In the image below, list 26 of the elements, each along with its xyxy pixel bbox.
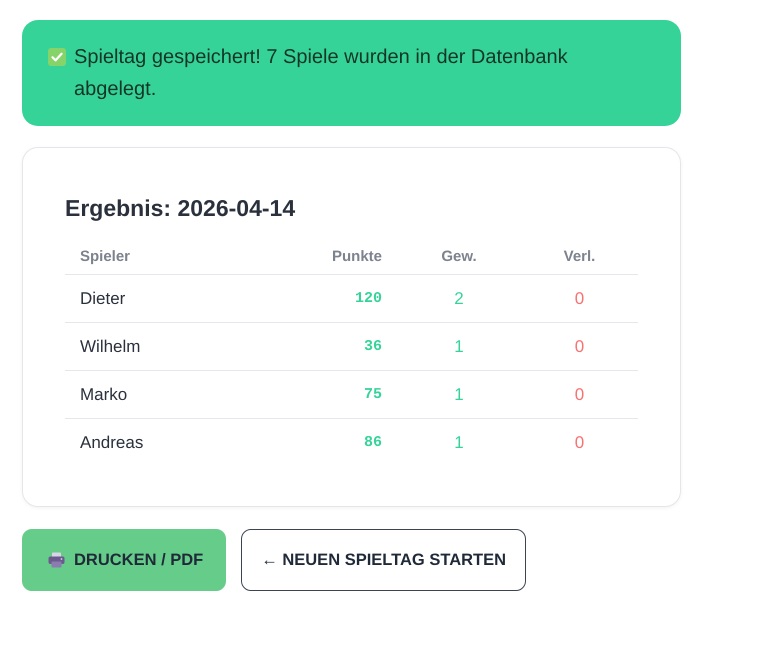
print-button[interactable]: DRUCKEN / PDF bbox=[22, 529, 226, 591]
table-cell: 0 bbox=[521, 370, 638, 418]
column-header: Spieler bbox=[65, 238, 255, 274]
table-cell: 86 bbox=[255, 418, 397, 466]
alert-message: Spieltag gespeichert! 7 Spiele wurden in der Datenbank abgelegt. bbox=[74, 45, 569, 102]
column-header: Gew. bbox=[397, 238, 521, 274]
column-header: Punkte bbox=[255, 238, 397, 274]
table-cell: Dieter bbox=[65, 274, 255, 322]
printer-icon bbox=[48, 552, 65, 568]
table-cell: 1 bbox=[397, 322, 521, 370]
table-cell: 1 bbox=[397, 370, 521, 418]
table-cell: Marko bbox=[65, 370, 255, 418]
table-cell: 0 bbox=[521, 418, 638, 466]
table-cell: 2 bbox=[397, 274, 521, 322]
table-cell: Andreas bbox=[65, 418, 255, 466]
table-cell: 75 bbox=[255, 370, 397, 418]
table-cell: 0 bbox=[521, 274, 638, 322]
table-cell: 1 bbox=[397, 418, 521, 466]
column-header: Verl. bbox=[521, 238, 638, 274]
new-matchday-button[interactable]: ← NEUEN SPIELTAG STARTEN bbox=[241, 529, 526, 591]
table-cell: 0 bbox=[521, 322, 638, 370]
result-title: Ergebnis: 2026-04-14 bbox=[65, 194, 296, 222]
table-cell: Wilhelm bbox=[65, 322, 255, 370]
check-icon bbox=[48, 48, 66, 66]
table-cell: 36 bbox=[255, 322, 397, 370]
table-cell: 120 bbox=[255, 274, 397, 322]
